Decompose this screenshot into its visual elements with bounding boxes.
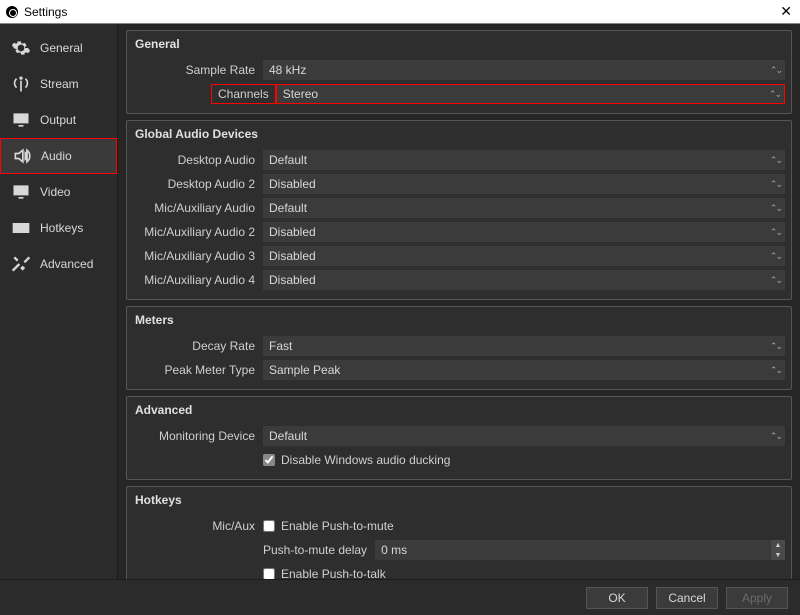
micaux-ptm-delay-input[interactable]: 0 ms▲▼ [375, 540, 785, 560]
sidebar: General Stream Output Audio Video Hotkey… [0, 24, 117, 579]
section-title: Meters [127, 307, 791, 335]
sidebar-item-hotkeys[interactable]: Hotkeys [0, 210, 117, 246]
desktop-audio-select[interactable]: Default [263, 150, 785, 170]
apply-button[interactable]: Apply [726, 587, 788, 609]
sidebar-item-general[interactable]: General [0, 30, 117, 66]
sidebar-item-stream[interactable]: Stream [0, 66, 117, 102]
speaker-icon [11, 145, 33, 167]
content-area: General Sample Rate 48 kHz Channels Ster… [117, 24, 800, 579]
decay-rate-select[interactable]: Fast [263, 336, 785, 356]
section-title: Global Audio Devices [127, 121, 791, 149]
sample-rate-select[interactable]: 48 kHz [263, 60, 785, 80]
sample-rate-label: Sample Rate [133, 63, 263, 77]
monitor-icon [10, 181, 32, 203]
sidebar-item-label: Stream [40, 77, 79, 91]
sidebar-item-label: Video [40, 185, 70, 199]
sidebar-item-label: Advanced [40, 257, 93, 271]
ok-button[interactable]: OK [586, 587, 648, 609]
desktop-audio-2-select[interactable]: Disabled [263, 174, 785, 194]
peak-meter-type-select[interactable]: Sample Peak [263, 360, 785, 380]
sidebar-item-advanced[interactable]: Advanced [0, 246, 117, 282]
obs-icon [6, 6, 18, 18]
spinner-icon[interactable]: ▲▼ [771, 540, 785, 560]
mic-aux-4-select[interactable]: Disabled [263, 270, 785, 290]
window-title: Settings [24, 5, 67, 19]
section-title: Advanced [127, 397, 791, 425]
section-title: General [127, 31, 791, 59]
micaux-ptt-checkbox[interactable] [263, 568, 275, 579]
micaux-ptm-checkbox[interactable] [263, 520, 275, 532]
sidebar-item-audio[interactable]: Audio [0, 138, 117, 174]
sidebar-item-output[interactable]: Output [0, 102, 117, 138]
section-global-audio-devices: Global Audio Devices Desktop AudioDefaul… [126, 120, 792, 300]
section-general: General Sample Rate 48 kHz Channels Ster… [126, 30, 792, 114]
mic-aux-select[interactable]: Default [263, 198, 785, 218]
antenna-icon [10, 73, 32, 95]
section-meters: Meters Decay RateFast Peak Meter TypeSam… [126, 306, 792, 390]
cancel-button[interactable]: Cancel [656, 587, 718, 609]
tools-icon [10, 253, 32, 275]
close-icon[interactable]: ✕ [780, 3, 792, 20]
section-advanced: Advanced Monitoring DeviceDefault Disabl… [126, 396, 792, 480]
footer: OK Cancel Apply [0, 579, 800, 615]
section-hotkeys: Hotkeys Mic/AuxEnable Push-to-mute Push-… [126, 486, 792, 579]
mic-aux-2-select[interactable]: Disabled [263, 222, 785, 242]
keyboard-icon [10, 217, 32, 239]
channels-label: Channels [211, 84, 276, 104]
sidebar-item-label: Output [40, 113, 76, 127]
channels-select[interactable]: Stereo [276, 84, 785, 104]
sidebar-item-label: Hotkeys [40, 221, 83, 235]
titlebar: Settings ✕ [0, 0, 800, 24]
disable-ducking-label: Disable Windows audio ducking [281, 453, 450, 467]
section-title: Hotkeys [127, 487, 791, 515]
monitoring-device-select[interactable]: Default [263, 426, 785, 446]
monitor-arrow-icon [10, 109, 32, 131]
sidebar-item-video[interactable]: Video [0, 174, 117, 210]
gear-icon [10, 37, 32, 59]
sidebar-item-label: General [40, 41, 83, 55]
mic-aux-3-select[interactable]: Disabled [263, 246, 785, 266]
sidebar-item-label: Audio [41, 149, 72, 163]
disable-ducking-checkbox[interactable] [263, 454, 275, 466]
